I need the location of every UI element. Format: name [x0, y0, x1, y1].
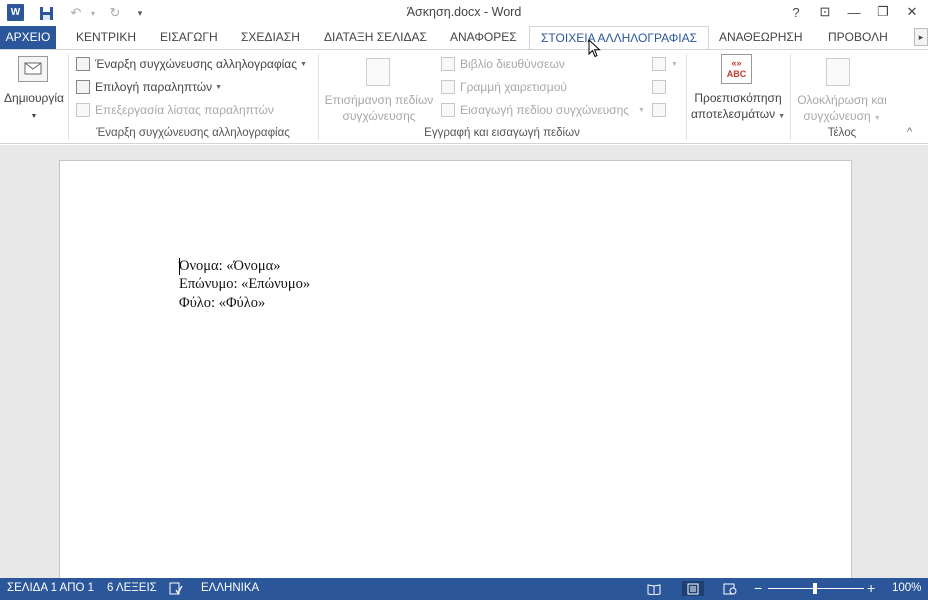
web-layout-icon[interactable]	[722, 581, 738, 596]
group-label-write-insert: Εγγραφή και εισαγωγή πεδίων	[424, 127, 580, 139]
ribbon-tabs: ΑΡΧΕΙΟ ΚΕΝΤΡΙΚΗ ΕΙΣΑΓΩΓΗ ΣΧΕΔΙΑΣΗ ΔΙΑΤΑΞ…	[0, 26, 928, 50]
chevron-down-icon: ▼	[671, 60, 678, 68]
title-bar: W ↶ ▾ ↻ ▾ Άσκηση.docx - Word ? ⊡ — ❐ ✕	[0, 0, 928, 26]
doc-line-name[interactable]: Όνομα: «Όνομα»	[179, 258, 280, 275]
highlight-fields-icon	[366, 58, 390, 86]
ribbon-display-options-button[interactable]: ⊡	[812, 0, 838, 24]
update-labels-button[interactable]	[652, 103, 671, 117]
tab-review[interactable]: ΑΝΑΘΕΩΡΗΣΗ	[711, 26, 810, 49]
read-mode-icon[interactable]	[646, 581, 662, 596]
mouse-pointer-icon	[588, 39, 601, 58]
restore-button[interactable]: ❐	[870, 0, 896, 24]
zoom-slider-thumb[interactable]	[813, 583, 817, 594]
address-block-label: Βιβλίο διευθύνσεων	[460, 57, 565, 71]
greeting-line-label: Γραμμή χαιρετισμού	[460, 80, 567, 94]
tab-view[interactable]: ΠΡΟΒΟΛΗ	[820, 26, 896, 49]
select-recipients-label: Επιλογή παραληπτών	[95, 80, 213, 94]
zoom-out-button[interactable]: −	[754, 580, 762, 596]
doc-line-surname[interactable]: Επώνυμο: «Επώνυμο»	[179, 276, 310, 293]
preview-icon-text: ABC	[726, 69, 747, 79]
rules-button[interactable]: ▼	[652, 57, 678, 71]
status-bar: ΣΕΛΙΔΑ 1 ΑΠΟ 1 6 ΛΕΞΕΙΣ ΕΛΛΗΝΙΚΑ − + 100…	[0, 578, 928, 600]
highlight-fields-label-2: συγχώνευσης	[342, 109, 416, 123]
document-page[interactable]: Όνομα: «Όνομα» Επώνυμο: «Επώνυμο» Φύλο: …	[59, 160, 852, 590]
preview-icon-top: «»	[731, 58, 742, 68]
start-merge-icon	[76, 57, 90, 71]
doc-line-gender[interactable]: Φύλο: «Φύλο»	[179, 295, 265, 312]
tab-file[interactable]: ΑΡΧΕΙΟ	[0, 26, 56, 49]
group-separator	[318, 54, 319, 140]
tab-design[interactable]: ΣΧΕΔΙΑΣΗ	[233, 26, 308, 49]
ribbon: Δημιουργία ▼ Έναρξη συγχώνευσης αλληλογρα…	[0, 49, 928, 144]
create-label: Δημιουργία	[4, 91, 64, 105]
group-label-start-merge: Έναρξη συγχώνευσης αλληλογραφίας	[96, 127, 290, 139]
insert-field-icon	[441, 103, 455, 117]
finish-label-2: συγχώνευση	[803, 109, 871, 123]
tab-references[interactable]: ΑΝΑΦΟΡΕΣ	[442, 26, 525, 49]
proofing-icon[interactable]	[168, 581, 184, 596]
select-recipients-button[interactable]: Επιλογή παραληπτών ▼	[76, 80, 222, 94]
insert-field-label: Εισαγωγή πεδίου συγχώνευσης	[460, 103, 630, 117]
document-area[interactable]: Όνομα: «Όνομα» Επώνυμο: «Επώνυμο» Φύλο: …	[0, 145, 928, 590]
group-separator	[68, 54, 69, 140]
rules-icon	[652, 57, 666, 71]
address-block-button[interactable]: Βιβλίο διευθύνσεων	[441, 57, 565, 71]
preview-results-icon: «» ABC	[721, 54, 752, 84]
tab-insert[interactable]: ΕΙΣΑΓΩΓΗ	[152, 26, 226, 49]
preview-label-2: αποτελεσμάτων	[690, 107, 776, 121]
start-mail-merge-button[interactable]: Έναρξη συγχώνευσης αλληλογραφίας ▼	[76, 57, 307, 71]
update-labels-icon	[652, 103, 666, 117]
edit-list-icon	[76, 103, 90, 117]
word-count[interactable]: 6 ΛΕΞΕΙΣ	[107, 582, 157, 594]
finish-merge-icon	[826, 58, 850, 86]
finish-merge-button[interactable]: Ολοκλήρωση και συγχώνευση ▼	[794, 92, 890, 127]
group-separator	[790, 54, 791, 140]
finish-label-1: Ολοκλήρωση και	[797, 93, 887, 107]
create-dropdown-icon: ▼	[30, 113, 38, 120]
chevron-down-icon: ▼	[300, 60, 307, 68]
chevron-down-icon: ▼	[638, 106, 645, 114]
language-indicator[interactable]: ΕΛΛΗΝΙΚΑ	[201, 582, 259, 594]
tab-scroll-right-button[interactable]: ▸	[914, 28, 928, 46]
collapse-ribbon-button[interactable]: ^	[907, 126, 912, 138]
greeting-line-button[interactable]: Γραμμή χαιρετισμού	[441, 80, 567, 94]
tab-mailings[interactable]: ΣΤΟΙΧΕΙΑ ΑΛΛΗΛΟΓΡΑΦΙΑΣ	[529, 26, 710, 50]
recipients-icon	[76, 80, 90, 94]
tab-home[interactable]: ΚΕΝΤΡΙΚΗ	[68, 26, 144, 49]
zoom-level[interactable]: 100%	[892, 582, 921, 594]
tab-page-layout[interactable]: ΔΙΑΤΑΞΗ ΣΕΛΙΔΑΣ	[316, 26, 435, 49]
group-separator	[686, 54, 687, 140]
insert-merge-field-button[interactable]: Εισαγωγή πεδίου συγχώνευσης ▼	[441, 103, 645, 117]
greeting-line-icon	[441, 80, 455, 94]
match-fields-button[interactable]	[652, 80, 671, 94]
chevron-down-icon: ▼	[778, 113, 786, 120]
create-button[interactable]: Δημιουργία ▼	[0, 90, 68, 125]
edit-list-label: Επεξεργασία λίστας παραληπτών	[95, 103, 274, 117]
zoom-in-button[interactable]: +	[867, 580, 875, 596]
highlight-merge-fields-button[interactable]: Επισήμανση πεδίων συγχώνευσης	[322, 92, 436, 124]
start-merge-label: Έναρξη συγχώνευσης αλληλογραφίας	[95, 57, 298, 71]
minimize-button[interactable]: —	[841, 0, 867, 24]
edit-recipient-list-button[interactable]: Επεξεργασία λίστας παραληπτών	[76, 103, 274, 117]
chevron-down-icon: ▼	[873, 115, 881, 122]
highlight-fields-label-1: Επισήμανση πεδίων	[324, 93, 434, 107]
group-label-finish: Τέλος	[827, 127, 857, 139]
print-layout-icon[interactable]	[682, 581, 704, 596]
close-button[interactable]: ✕	[899, 0, 925, 24]
chevron-down-icon: ▼	[215, 83, 223, 91]
help-button[interactable]: ?	[783, 0, 809, 24]
match-fields-icon	[652, 80, 666, 94]
address-block-icon	[441, 57, 455, 71]
preview-label-1: Προεπισκόπηση	[694, 91, 782, 105]
page-indicator[interactable]: ΣΕΛΙΔΑ 1 ΑΠΟ 1	[7, 582, 94, 594]
envelope-icon	[18, 56, 48, 82]
preview-results-button[interactable]: Προεπισκόπηση αποτελεσμάτων ▼	[688, 90, 788, 125]
